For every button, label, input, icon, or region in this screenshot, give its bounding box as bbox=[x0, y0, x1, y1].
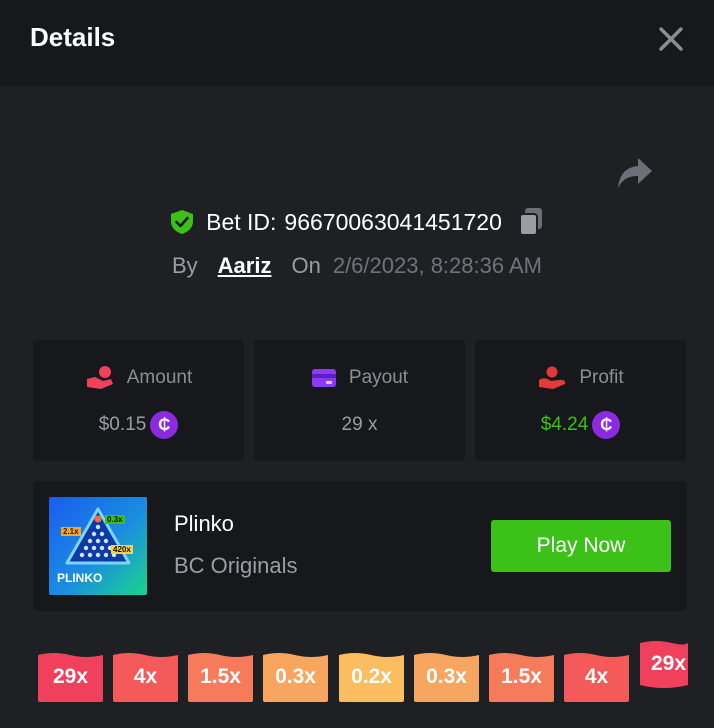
thumb-tag: 420x bbox=[111, 545, 133, 554]
thumb-tag: 0.3x bbox=[105, 515, 125, 524]
by-label: By bbox=[171, 253, 198, 278]
on-label: On bbox=[291, 253, 321, 278]
bet-id-value: 96670063041451720 bbox=[284, 208, 502, 235]
wallet-card-icon bbox=[311, 369, 336, 387]
close-icon[interactable] bbox=[656, 24, 686, 54]
amount-value: $0.15 bbox=[98, 414, 147, 435]
profit-value: $4.24 bbox=[540, 414, 589, 435]
multiplier-chip-active: 29x bbox=[640, 639, 688, 689]
payout-label: Payout bbox=[348, 367, 409, 388]
multiplier-chip: 4x bbox=[113, 651, 178, 702]
currency-coin-icon: ₵ bbox=[592, 411, 621, 439]
profit-label: Profit bbox=[579, 367, 624, 388]
multiplier-chip: 1.5x bbox=[188, 651, 253, 702]
plinko-thumbnail[interactable]: 2.1x 0.3x 420x PLINKO bbox=[49, 497, 147, 595]
multiplier-chip: 0.2x bbox=[339, 651, 404, 702]
payout-value: 29 x bbox=[341, 414, 378, 435]
multiplier-chip: 4x bbox=[564, 651, 629, 702]
amount-label: Amount bbox=[126, 367, 193, 388]
multiplier-chip: 0.3x bbox=[414, 651, 479, 702]
game-provider: BC Originals bbox=[174, 553, 298, 578]
modal-header: Details bbox=[0, 0, 714, 86]
copy-icon[interactable] bbox=[518, 207, 544, 237]
bet-id-row: Bet ID: 96670063041451720 bbox=[0, 204, 714, 240]
bet-datetime: 2/6/2023, 8:28:36 AM bbox=[332, 253, 542, 278]
username-link[interactable]: Aariz bbox=[218, 253, 272, 279]
profit-card: Profit $4.24 ₵ bbox=[475, 340, 686, 461]
thumb-tag: 2.1x bbox=[61, 527, 81, 536]
bet-id-label: Bet ID: bbox=[206, 208, 277, 235]
game-card: 2.1x 0.3x 420x PLINKO Plinko BC Original… bbox=[33, 481, 687, 611]
multiplier-chip: 1.5x bbox=[489, 651, 554, 702]
game-name: Plinko bbox=[174, 511, 234, 536]
bet-author-row: By Aariz On 2/6/2023, 8:28:36 AM bbox=[0, 250, 714, 282]
modal-title: Details bbox=[30, 22, 116, 52]
details-modal: Details Bet ID: 96670063041451720 By Aar… bbox=[0, 0, 714, 728]
play-now-button[interactable]: Play Now bbox=[491, 520, 671, 572]
share-icon[interactable] bbox=[616, 156, 654, 190]
payout-card: Payout 29 x bbox=[254, 340, 465, 461]
amount-card: Amount $0.15 ₵ bbox=[33, 340, 244, 461]
money-hand-icon bbox=[86, 366, 113, 389]
multiplier-chip: 29x bbox=[38, 651, 103, 702]
currency-coin-icon: ₵ bbox=[150, 411, 179, 439]
thumb-title: PLINKO bbox=[57, 571, 103, 585]
profit-hand-icon bbox=[539, 366, 566, 389]
verified-shield-icon bbox=[171, 210, 194, 234]
multiplier-chip: 0.3x bbox=[263, 651, 328, 702]
